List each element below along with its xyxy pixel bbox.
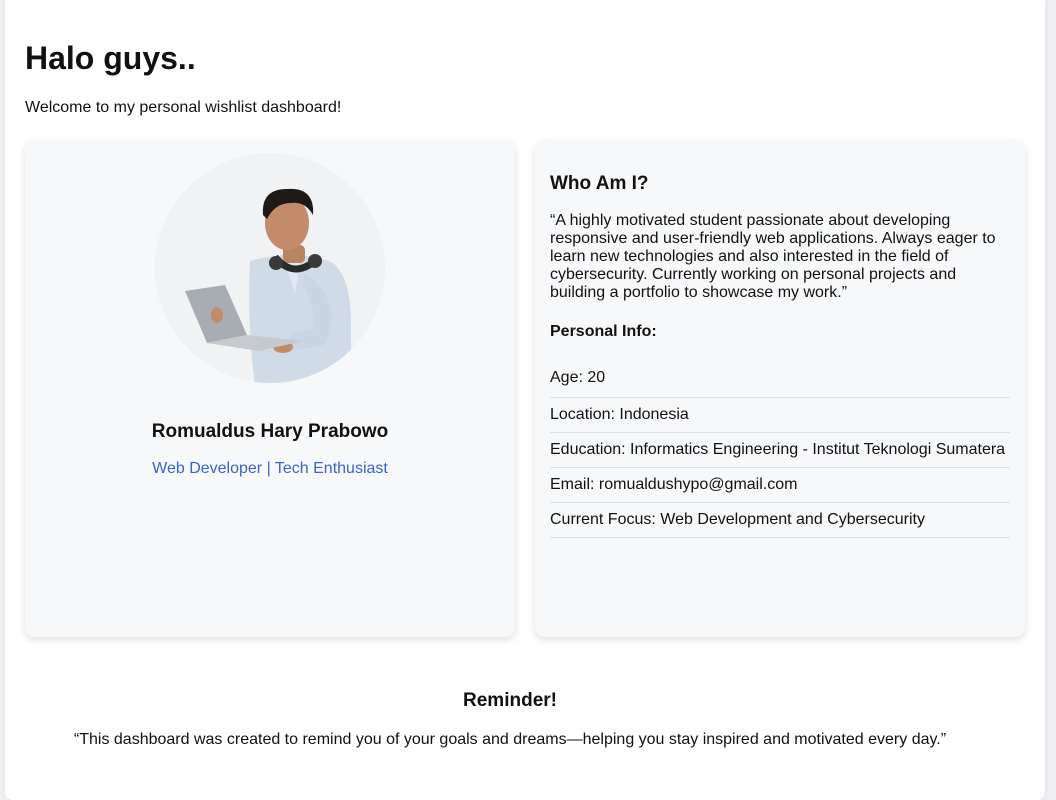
about-quote: “A highly motivated student passionate a… [550,212,996,301]
info-email: Email: romualdushypo@gmail.com [550,468,1010,503]
page-subtitle: Welcome to my personal wishlist dashboar… [25,99,342,116]
info-education: Education: Informatics Engineering - Ins… [550,433,1010,468]
page-title: Halo guys.. [25,40,196,76]
reminder-text: “This dashboard was created to remind yo… [73,731,947,748]
personal-info-list: Age: 20 Location: Indonesia Education: I… [550,362,1010,538]
personal-info-title: Personal Info: [550,323,657,340]
profile-photo [155,153,385,383]
profile-name: Romualdus Hary Prabowo [151,421,389,442]
info-age: Age: 20 [550,362,1010,398]
profile-role: Web Developer | Tech Enthusiast [152,460,388,477]
profile-avatar [155,153,385,383]
info-current-focus: Current Focus: Web Development and Cyber… [550,503,1010,538]
about-title: Who Am I? [550,173,649,194]
reminder-title: Reminder! [463,690,557,711]
profile-card: Romualdus Hary Prabowo Web Developer | T… [25,140,515,637]
info-location: Location: Indonesia [550,398,1010,433]
page-container: Halo guys.. Welcome to my personal wishl… [5,0,1045,800]
about-card: Who Am I? “A highly motivated student pa… [535,140,1025,637]
